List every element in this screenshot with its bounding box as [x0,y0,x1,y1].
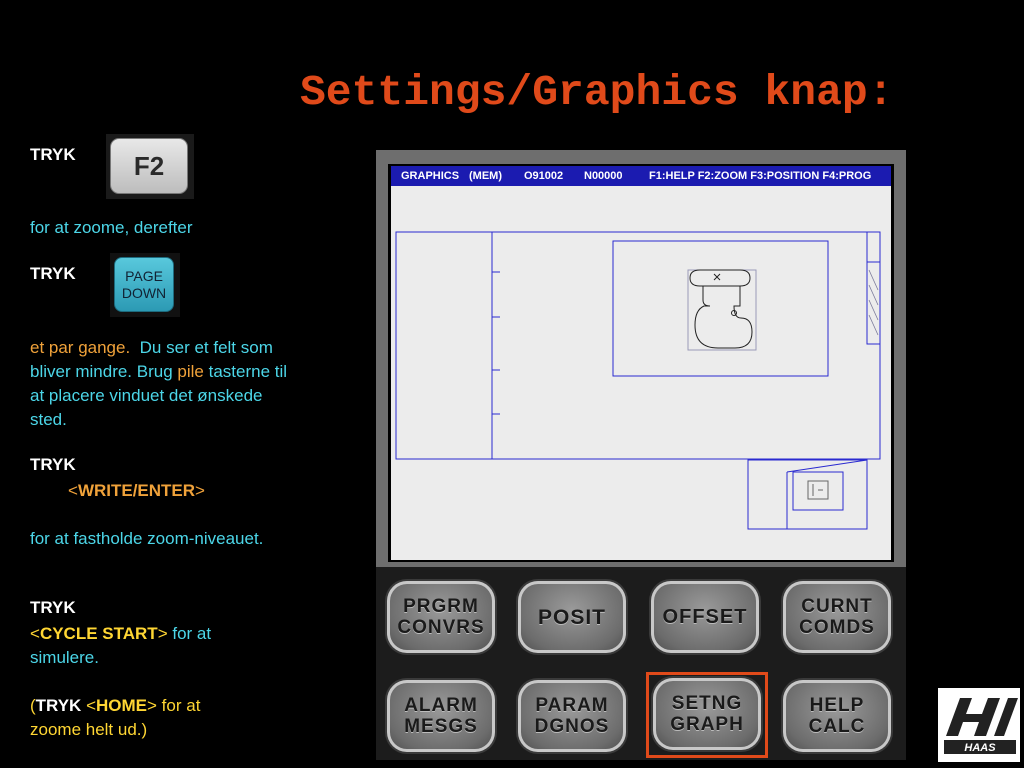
curnt-comds-button[interactable]: CURNT COMDS [783,581,891,653]
curnt-comds-label-1: CURNT [801,596,873,617]
alarm-mesgs-label-2: MESGS [404,716,478,737]
posit-label: POSIT [537,605,606,629]
param-dgnos-label-2: DGNOS [534,716,610,737]
alarm-mesgs-label-1: ALARM [404,695,478,716]
prgrm-convrs-label-2: CONVRS [397,617,485,638]
curnt-comds-label-2: COMDS [799,617,875,638]
part-outline [687,269,757,351]
haas-logo: HAAS [938,688,1020,762]
table-outline [395,231,881,460]
param-dgnos-label-1: PARAM [535,695,609,716]
help-calc-label-2: CALC [808,716,866,737]
zoom-window [612,240,829,377]
posit-button[interactable]: POSIT [518,581,626,653]
help-calc-button[interactable]: HELP CALC [783,680,891,752]
offset-label: OFFSET [662,605,748,628]
alarm-mesgs-button[interactable]: ALARM MESGS [387,680,495,752]
param-dgnos-button[interactable]: PARAM DGNOS [518,680,626,752]
selected-key-highlight [646,672,768,758]
help-calc-label-1: HELP [809,695,865,716]
prgrm-convrs-button[interactable]: PRGRM CONVRS [387,581,495,653]
offset-button[interactable]: OFFSET [651,581,759,653]
svg-text:HAAS: HAAS [964,742,996,754]
prgrm-convrs-label-1: PRGRM [403,596,479,617]
haas-logo-icon: HAAS [944,698,1018,754]
